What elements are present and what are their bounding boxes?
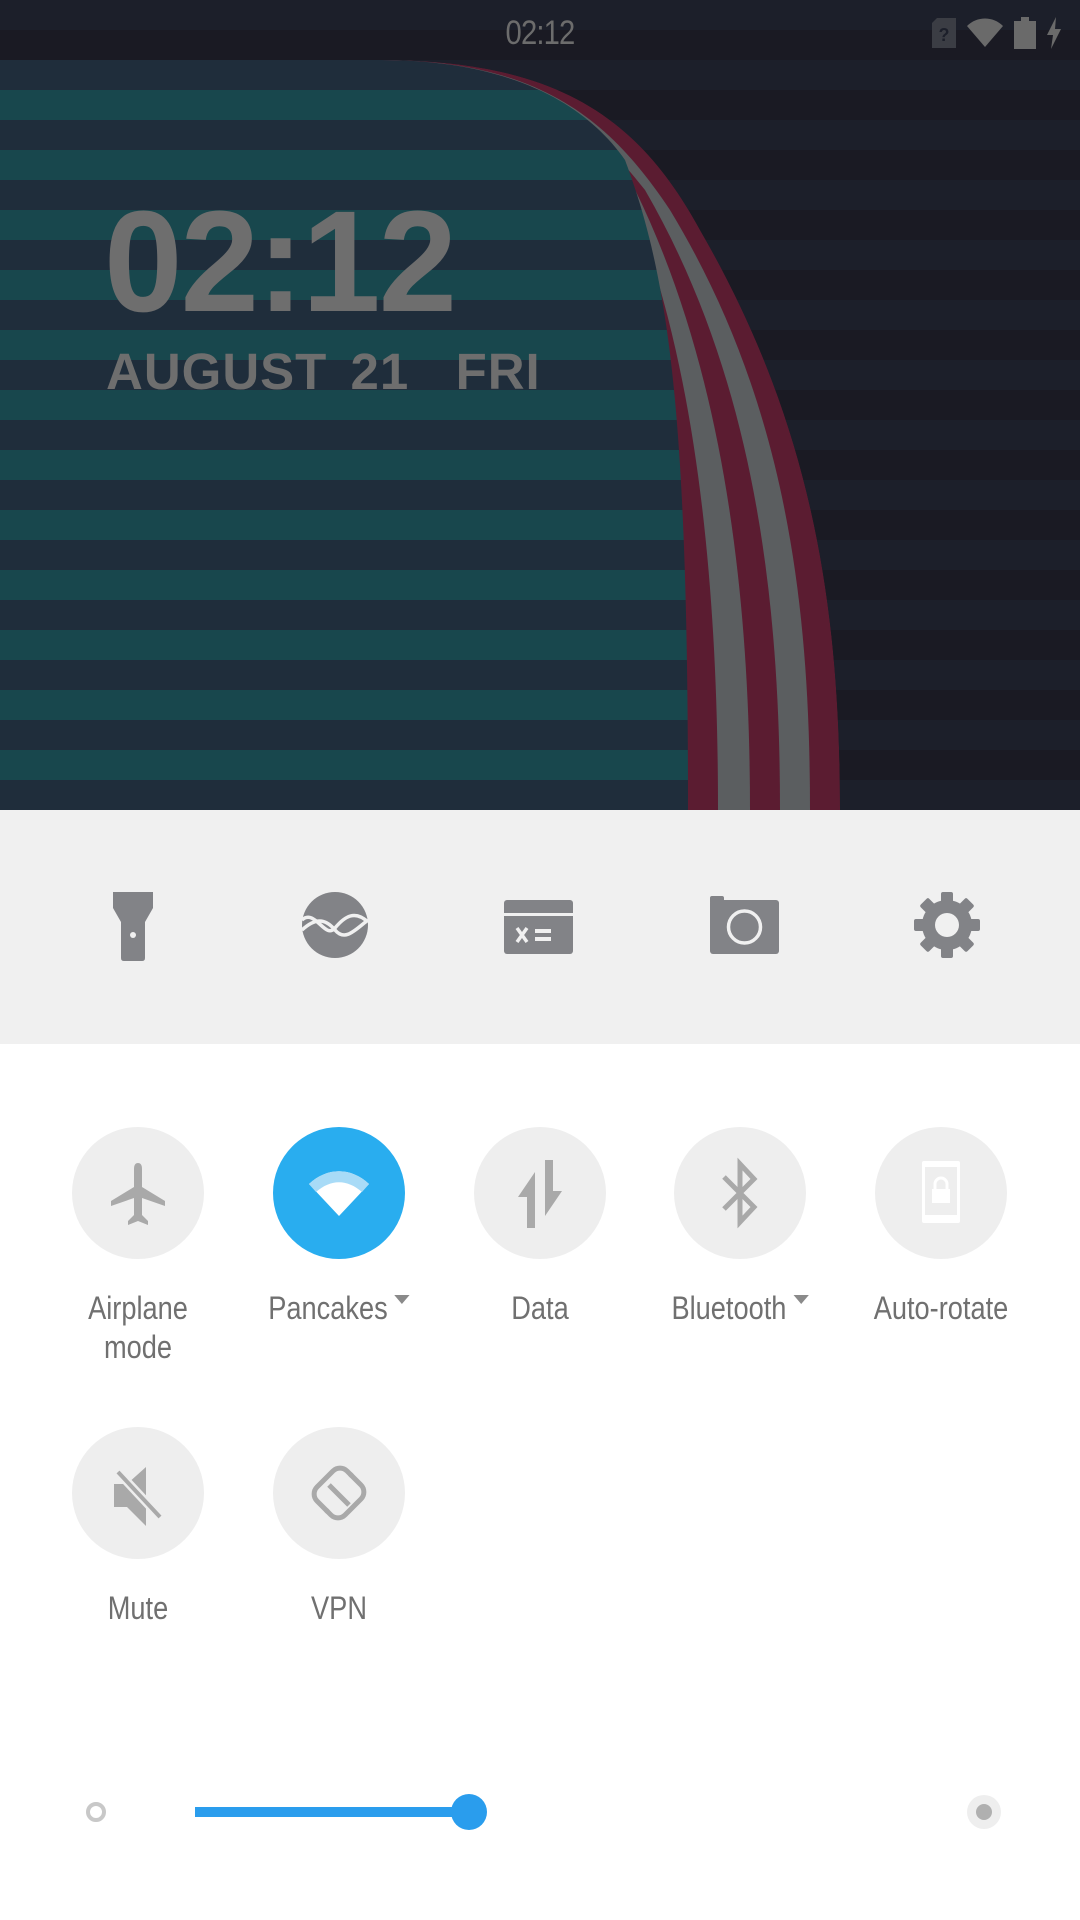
brightness-slider-fill	[195, 1807, 469, 1817]
tile-data-label: Data	[511, 1290, 569, 1326]
tile-airplane-mode[interactable]: Airplane mode	[38, 1127, 238, 1367]
vpn-icon	[311, 1465, 367, 1521]
calculator-icon	[504, 900, 573, 954]
charging-icon	[1047, 17, 1061, 49]
flashlight-icon	[113, 892, 153, 961]
battery-icon	[1014, 17, 1036, 49]
tile-wifi-label: Pancakes	[268, 1290, 388, 1326]
tile-bluetooth-toggle[interactable]	[674, 1127, 806, 1259]
tile-wifi[interactable]: Pancakes	[239, 1127, 439, 1328]
rotation-lock-icon	[922, 1161, 960, 1223]
tile-auto-rotate-label: Auto-rotate	[873, 1290, 1009, 1326]
tile-airplane-mode-label-line2: mode	[103, 1329, 173, 1365]
shortcuts-bar	[0, 810, 1080, 1044]
tile-vpn[interactable]: VPN	[239, 1427, 439, 1628]
brightness-slider[interactable]	[195, 1794, 935, 1830]
wifi-icon	[309, 1171, 369, 1216]
tile-data[interactable]: Data	[440, 1127, 640, 1328]
status-time: 02:12	[505, 14, 576, 52]
bluetooth-icon	[722, 1157, 758, 1229]
brightness-low-icon	[86, 1802, 106, 1822]
calculator-button[interactable]	[483, 870, 593, 980]
tile-auto-rotate-toggle[interactable]	[875, 1127, 1007, 1259]
tile-vpn-toggle[interactable]	[273, 1427, 405, 1559]
tile-bluetooth[interactable]: Bluetooth	[640, 1127, 840, 1328]
flashlight-button[interactable]	[78, 870, 188, 980]
tile-mute-label: Mute	[107, 1590, 169, 1626]
lockscreen-date: AUGUST 21 FRI	[106, 343, 541, 400]
lockscreen-wallpaper	[0, 0, 1080, 810]
tile-wifi-toggle[interactable]	[273, 1127, 405, 1259]
mute-icon	[114, 1467, 164, 1526]
tile-data-toggle[interactable]	[474, 1127, 606, 1259]
tile-mute[interactable]: Mute	[38, 1427, 238, 1628]
music-button[interactable]	[280, 870, 390, 980]
wifi-icon	[967, 18, 1003, 47]
tile-vpn-label: VPN	[311, 1590, 367, 1626]
bluetooth-dropdown-caret-icon[interactable]	[793, 1295, 809, 1304]
tile-airplane-mode-label: Airplane	[88, 1290, 188, 1326]
settings-gear-icon	[914, 892, 980, 958]
brightness-control	[0, 1780, 1080, 1844]
quick-settings-tiles: Airplane mode Pancakes Data Bluetooth Au…	[0, 1044, 1080, 1744]
sim-unknown-icon: ?	[932, 18, 956, 48]
wifi-dropdown-caret-icon[interactable]	[394, 1295, 410, 1304]
airplane-icon	[111, 1163, 165, 1225]
svg-text:?: ?	[939, 25, 950, 45]
brightness-slider-thumb[interactable]	[451, 1794, 487, 1830]
tile-bluetooth-label: Bluetooth	[671, 1290, 787, 1326]
data-arrows-icon	[518, 1160, 562, 1228]
camera-icon	[710, 896, 779, 954]
status-bar: 02:12 ?	[0, 0, 1080, 66]
tile-airplane-mode-toggle[interactable]	[72, 1127, 204, 1259]
lockscreen-clock: 02:12	[104, 181, 457, 342]
camera-button[interactable]	[689, 870, 799, 980]
auto-brightness-icon[interactable]	[966, 1794, 1002, 1830]
settings-button[interactable]	[892, 870, 1002, 980]
status-icons: ?	[932, 16, 1062, 50]
tile-mute-toggle[interactable]	[72, 1427, 204, 1559]
tile-auto-rotate[interactable]: Auto-rotate	[841, 1127, 1041, 1328]
music-wave-icon	[300, 892, 370, 958]
